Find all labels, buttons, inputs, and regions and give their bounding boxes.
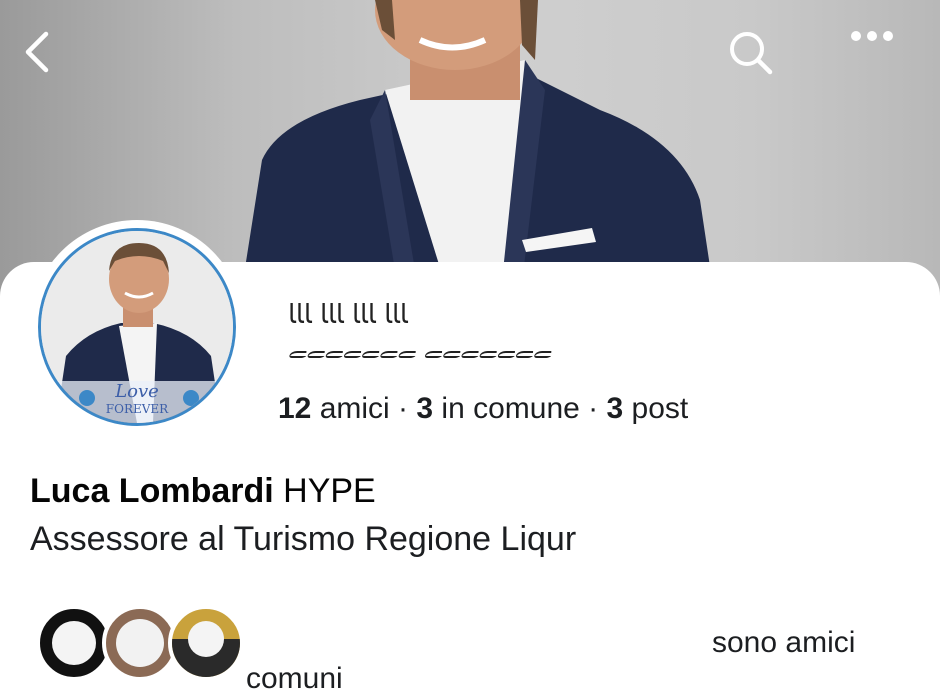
search-button[interactable] (728, 30, 788, 90)
profile-name-suffix: HYPE (273, 472, 376, 510)
profile-name: Luca Lombardi HYPE (30, 472, 376, 511)
styled-display-name: ﺎﺎﺎ ﺎﺎﺎ ﺎﺎﺎ ﺎﺎﺎ ﮯﮯﮯﮯﮯﮯﮯ ﮯﮯﮯﮯﮯﮯﮯ (288, 300, 551, 360)
posts-label: post (623, 392, 689, 425)
svg-text:Love: Love (114, 381, 159, 402)
profile-avatar[interactable]: Love FOREVER (30, 220, 244, 434)
posts-count: 3 (606, 392, 624, 425)
mutual-friend-avatar-2 (102, 605, 178, 681)
mutual-friends-text[interactable]: sono amici (712, 626, 855, 660)
mutual-friends-text-cont: comuni (246, 662, 343, 695)
friends-label: amici · (311, 392, 417, 425)
mutual-friend-avatar-3 (168, 605, 244, 681)
profile-name-main: Luca Lombardi (30, 472, 274, 510)
styled-name-line-2: ﮯﮯﮯﮯﮯﮯﮯ ﮯﮯﮯﮯﮯﮯﮯ (288, 330, 552, 360)
mutual-label: in comune · (433, 392, 607, 425)
profile-bio: Assessore al Turismo Regione Liqur (30, 520, 577, 558)
mutual-count: 3 (416, 392, 434, 425)
back-button[interactable] (22, 30, 82, 90)
avatar-image: Love FOREVER (38, 228, 236, 426)
mutual-friend-avatar-1 (36, 605, 112, 681)
styled-name-line-1: ﺎﺎﺎ ﺎﺎﺎ ﺎﺎﺎ ﺎﺎﺎ (288, 300, 408, 330)
friends-count: 12 (278, 392, 312, 425)
mutual-friends-avatars[interactable] (36, 605, 244, 681)
profile-stats[interactable]: 12 amici · 3 in comune · 3 post (278, 392, 688, 426)
more-button[interactable] (850, 30, 910, 90)
svg-text:FOREVER: FOREVER (106, 402, 169, 416)
